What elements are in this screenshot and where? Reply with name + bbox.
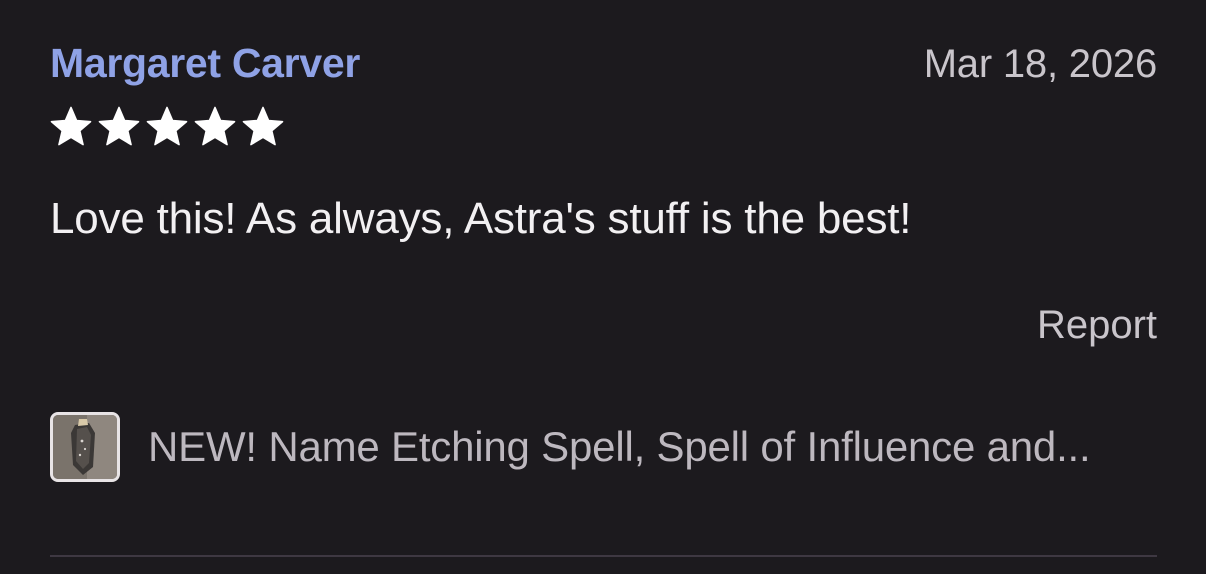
star-icon [146,106,188,146]
star-icon [194,106,236,146]
star-rating [48,104,286,150]
star-icon [98,106,140,146]
reviewer-name[interactable]: Margaret Carver [50,40,360,87]
review-text: Love this! As always, Astra's stuff is t… [50,194,912,243]
divider [50,555,1157,557]
pendant-icon [53,415,117,479]
report-button[interactable]: Report [1037,303,1157,348]
star-icon [50,106,92,146]
review-date: Mar 18, 2026 [923,42,1158,86]
item-thumbnail[interactable] [50,412,120,482]
star-icon [242,106,284,146]
review-card: Margaret Carver Mar 18, 2026 Love this! … [50,0,1157,574]
item-title[interactable]: NEW! Name Etching Spell, Spell of Influe… [148,423,1091,471]
reviewed-item-link[interactable]: NEW! Name Etching Spell, Spell of Influe… [50,409,1091,485]
